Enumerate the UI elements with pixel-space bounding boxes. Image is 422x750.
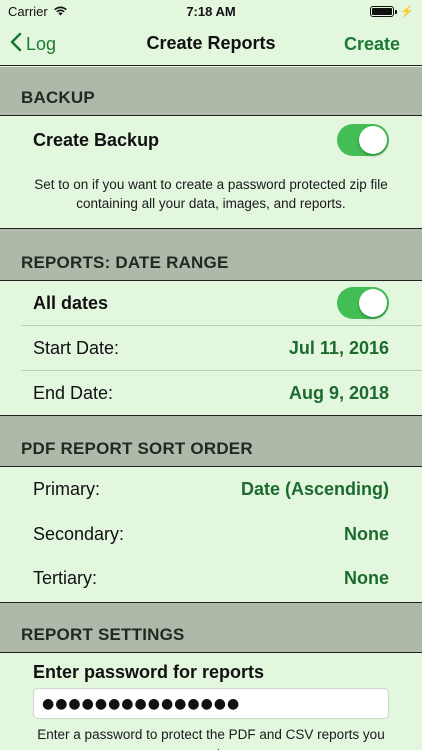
- create-button[interactable]: Create: [344, 22, 400, 66]
- primary-sort-label: Primary:: [33, 478, 100, 499]
- tertiary-sort-value[interactable]: None: [344, 568, 389, 589]
- create-backup-row: Create Backup: [0, 118, 422, 162]
- all-dates-label: All dates: [33, 292, 109, 313]
- back-button-label: Log: [26, 33, 57, 54]
- tertiary-sort-label: Tertiary:: [33, 567, 98, 588]
- end-date-value[interactable]: Aug 9, 2018: [289, 383, 389, 404]
- all-dates-toggle[interactable]: [337, 287, 389, 319]
- status-time: 7:18 AM: [186, 3, 236, 19]
- status-bar: Carrier 7:18 AM ⚡: [0, 0, 422, 22]
- primary-sort-row[interactable]: Primary: Date (Ascending): [0, 467, 422, 511]
- start-date-row[interactable]: Start Date: Jul 11, 2016: [0, 326, 422, 370]
- all-dates-row: All dates: [0, 281, 422, 325]
- back-button[interactable]: Log: [10, 22, 56, 66]
- section-divider: [0, 115, 422, 116]
- end-date-label: End Date:: [33, 382, 114, 403]
- secondary-sort-row[interactable]: Secondary: None: [0, 512, 422, 556]
- tertiary-sort-row[interactable]: Tertiary: None: [0, 556, 422, 600]
- password-label: Enter password for reports: [33, 662, 265, 682]
- create-backup-label: Create Backup: [33, 129, 160, 150]
- section-header-report-settings: REPORT SETTINGS: [0, 603, 422, 652]
- backup-note: Set to on if you want to create a passwo…: [34, 177, 388, 211]
- section-header-backup: BACKUP: [0, 67, 422, 115]
- section-divider: [0, 652, 422, 653]
- password-field[interactable]: ●●●●●●●●●●●●●●●: [33, 688, 389, 719]
- create-backup-toggle[interactable]: [337, 124, 389, 156]
- navigation-bar: Log Create Reports Create: [0, 22, 422, 66]
- password-note: Enter a password to protect the PDF and …: [37, 727, 385, 750]
- section-header-date-range: REPORTS: DATE RANGE: [0, 229, 422, 280]
- secondary-sort-label: Secondary:: [33, 523, 125, 544]
- page-title: Create Reports: [146, 33, 276, 53]
- primary-sort-value[interactable]: Date (Ascending): [241, 479, 389, 500]
- battery-icon: [370, 5, 398, 17]
- start-date-label: Start Date:: [33, 337, 120, 358]
- secondary-sort-value[interactable]: None: [344, 524, 389, 545]
- section-header-sort-order: PDF REPORT SORT ORDER: [0, 416, 422, 466]
- end-date-row[interactable]: End Date: Aug 9, 2018: [0, 371, 422, 415]
- start-date-value[interactable]: Jul 11, 2016: [289, 338, 389, 359]
- chevron-left-icon: [10, 32, 22, 57]
